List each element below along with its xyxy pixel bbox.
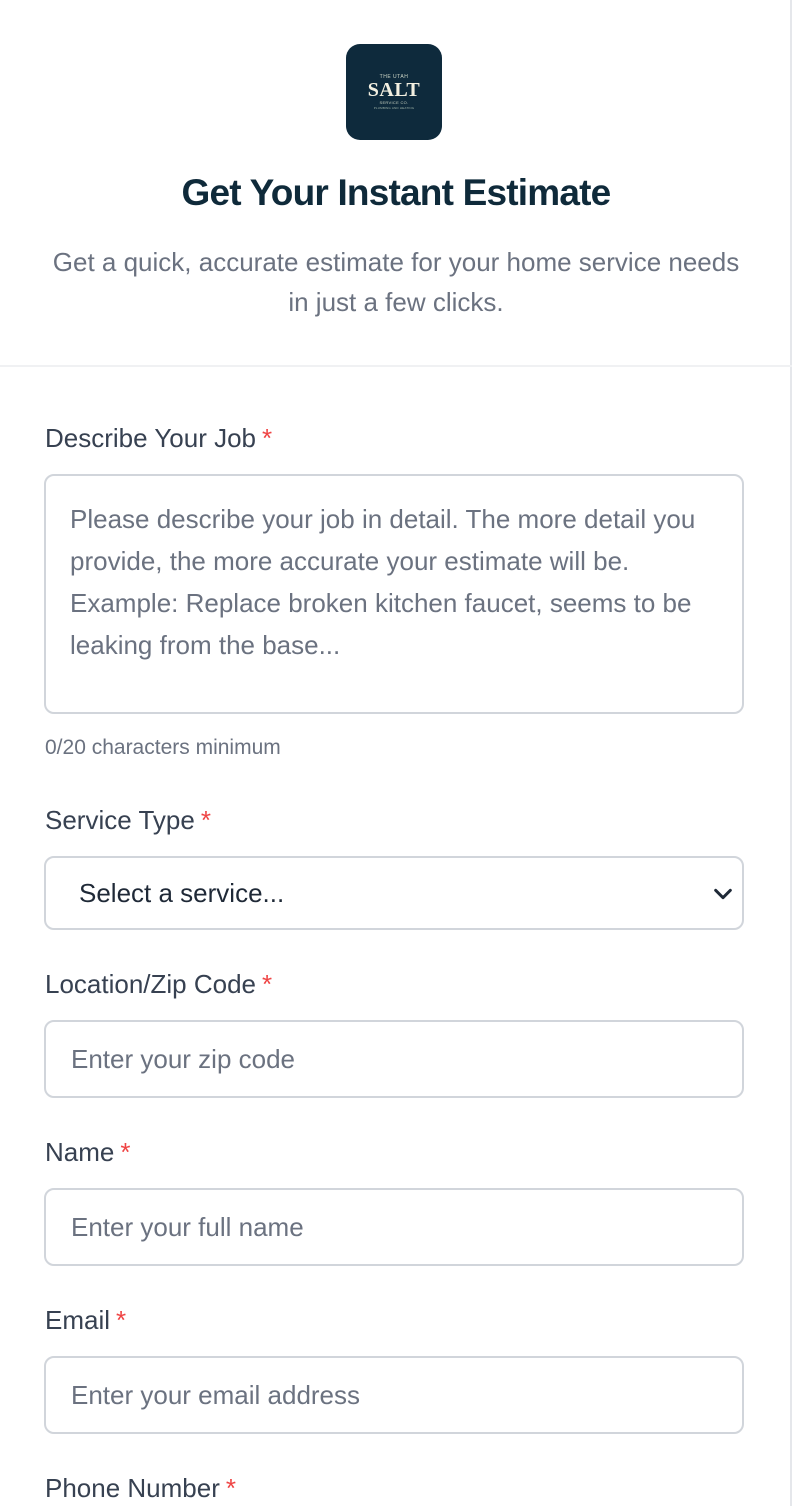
- name-label-text: Name: [45, 1137, 115, 1167]
- service-type-label-text: Service Type: [45, 805, 195, 835]
- job-description-label: Describe Your Job *: [45, 422, 272, 454]
- required-marker: *: [262, 423, 273, 453]
- service-type-label: Service Type *: [45, 804, 211, 836]
- form-header: THE UTAH SALT SERVICE CO. PLUMBING AND H…: [0, 0, 792, 367]
- character-count-helper: 0/20 characters minimum: [45, 736, 281, 759]
- job-description-textarea[interactable]: [44, 474, 744, 714]
- name-label: Name *: [45, 1136, 130, 1168]
- logo-tag-text: PLUMBING AND HEATING: [373, 105, 415, 110]
- required-marker: *: [120, 1137, 131, 1167]
- required-marker: *: [225, 1473, 237, 1503]
- service-type-select[interactable]: Select a service...: [44, 856, 744, 930]
- name-input[interactable]: [44, 1188, 744, 1266]
- email-label-text: Email: [45, 1305, 111, 1335]
- phone-number-label: Phone Number *: [45, 1472, 236, 1504]
- zip-code-input[interactable]: [44, 1020, 744, 1098]
- required-marker: *: [262, 969, 273, 999]
- zip-code-label: Location/Zip Code *: [45, 968, 272, 1000]
- estimate-form-card: THE UTAH SALT SERVICE CO. PLUMBING AND H…: [0, 0, 792, 1506]
- email-input[interactable]: [44, 1356, 744, 1434]
- zip-code-label-text: Location/Zip Code: [45, 969, 257, 999]
- required-marker: *: [116, 1305, 127, 1335]
- company-logo: THE UTAH SALT SERVICE CO. PLUMBING AND H…: [346, 44, 442, 140]
- phone-number-label-text: Phone Number: [45, 1473, 220, 1503]
- job-description-label-text: Describe Your Job: [45, 423, 257, 453]
- page-title: Get Your Instant Estimate: [181, 172, 612, 213]
- service-type-selected-value: Select a service...: [79, 878, 285, 908]
- required-marker: *: [200, 805, 211, 835]
- email-label: Email *: [45, 1304, 126, 1336]
- chevron-down-icon: [714, 888, 732, 900]
- page-subtitle: Get a quick, accurate estimate for your …: [52, 247, 740, 317]
- logo-main-text: SALT: [367, 78, 421, 101]
